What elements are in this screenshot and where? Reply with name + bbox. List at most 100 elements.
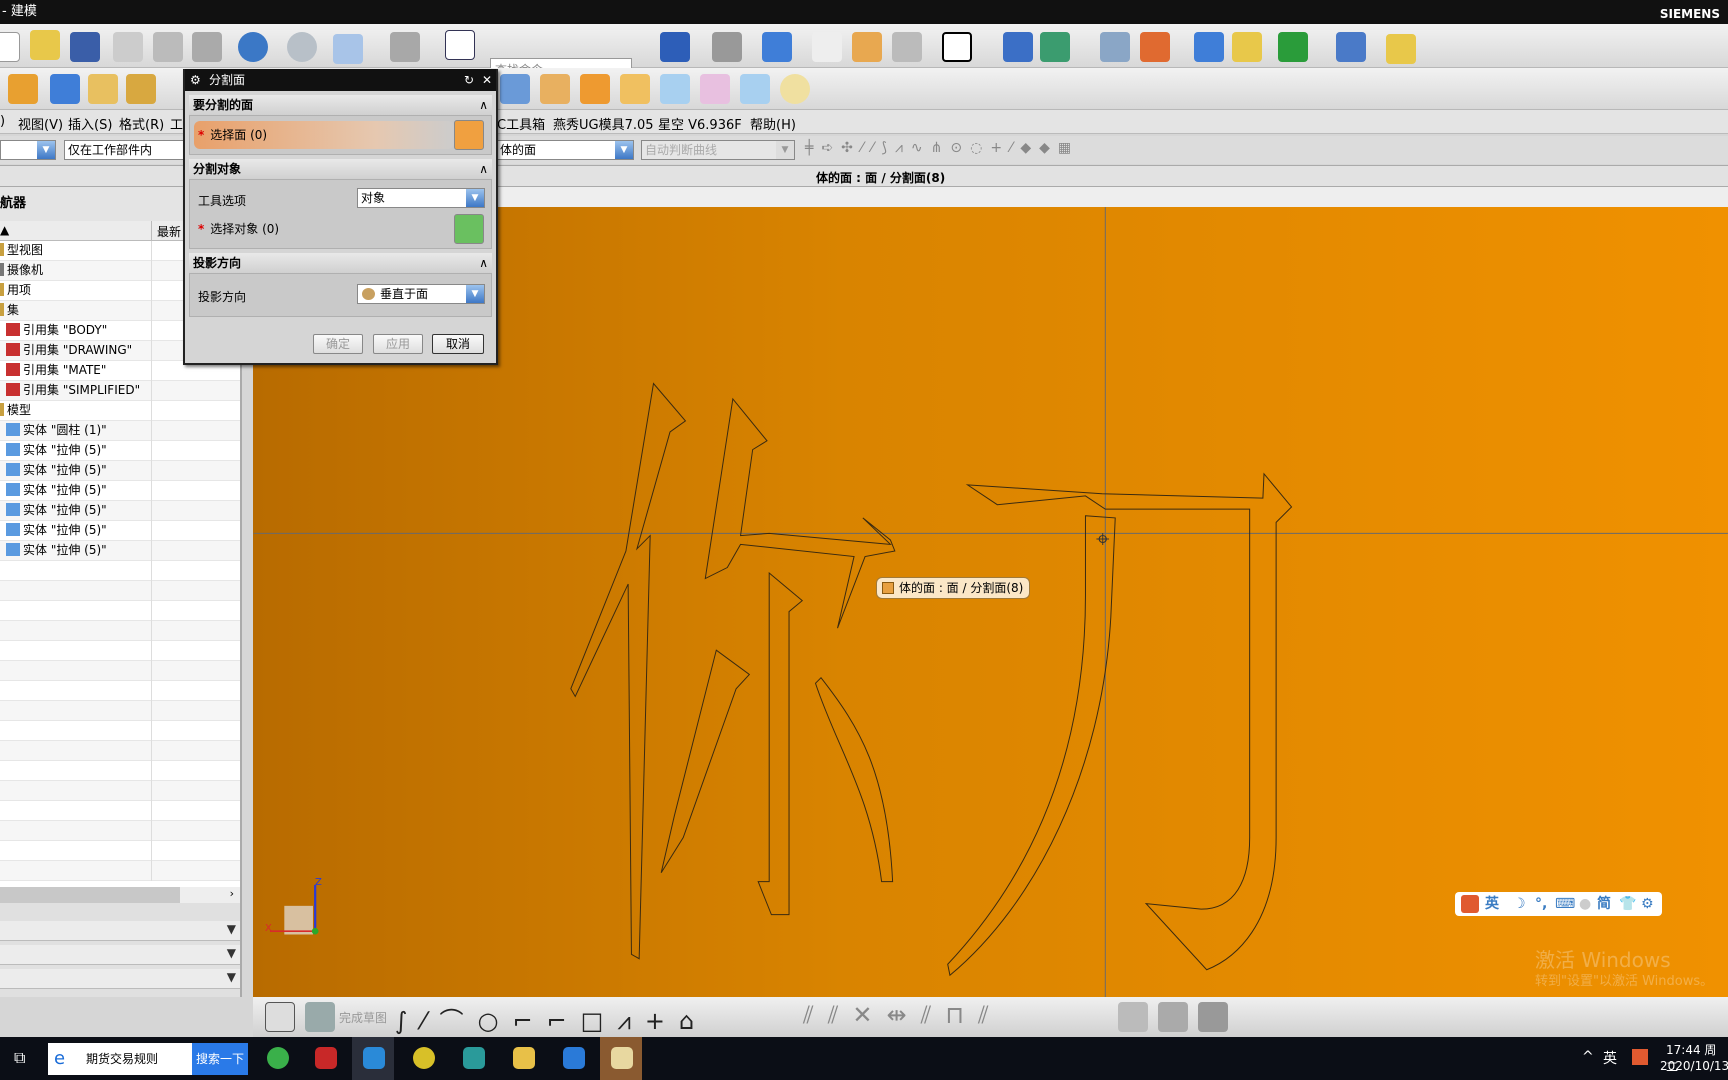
menu-view[interactable]: 视图(V) <box>18 114 63 133</box>
relations-icon[interactable] <box>1198 1002 1228 1032</box>
punctuation-icon[interactable]: °, <box>1535 892 1547 916</box>
menu-help[interactable]: 帮助(H) <box>750 114 796 133</box>
menu-yanxiu[interactable]: 燕秀UG模具7.05 <box>553 114 654 133</box>
dependencies-panel-toggle[interactable]: ▼ <box>0 969 240 989</box>
palette-icon[interactable] <box>780 74 810 104</box>
navigator-row[interactable]: 模型 <box>0 401 240 421</box>
mesh-icon[interactable] <box>740 74 770 104</box>
taskbar-app-flash[interactable] <box>304 1037 346 1080</box>
apply-button[interactable]: 应用 <box>373 334 423 354</box>
dialog-title-bar[interactable]: ⚙ 分割面 ↻ ✕ <box>185 69 496 91</box>
sketch-edit-tools[interactable]: ⫽⫽✕⇹⫽⊓⫽ <box>803 1001 1003 1029</box>
column-latest[interactable]: 最新 <box>157 223 181 240</box>
open-folder-icon[interactable] <box>30 30 60 60</box>
redo-icon[interactable] <box>287 32 317 62</box>
keyboard-icon[interactable]: ⌨ <box>1555 892 1575 916</box>
ime-lang[interactable]: 英 <box>1485 892 1499 916</box>
taskbar-app-browser[interactable] <box>256 1037 298 1080</box>
curve-analysis-icon[interactable] <box>1232 32 1262 62</box>
save-icon[interactable] <box>70 32 100 62</box>
section-split-object[interactable]: 分割对象 ∧ <box>189 159 492 179</box>
cube-view-icon[interactable] <box>762 32 792 62</box>
select-face-row[interactable]: * 选择面 (0) <box>194 121 454 149</box>
navigator-row[interactable]: 实体 "拉伸 (5)" <box>0 501 240 521</box>
taskbar-app-explorer[interactable] <box>502 1037 544 1080</box>
tray-chevron-up-icon[interactable]: ^ <box>1582 1049 1594 1065</box>
finish-sketch-flag-icon[interactable] <box>305 1002 335 1032</box>
face-icon[interactable] <box>700 74 730 104</box>
pad-icon[interactable] <box>500 74 530 104</box>
chevron-right-icon[interactable]: › <box>230 887 234 900</box>
section-face-to-split[interactable]: 要分割的面 ∧ <box>189 95 492 115</box>
show-icon[interactable] <box>852 32 882 62</box>
navigator-row[interactable]: 实体 "圆柱 (1)" <box>0 421 240 441</box>
sort-up-icon[interactable]: ▲ <box>0 223 9 237</box>
task-view-icon[interactable]: ⧉ <box>14 1048 25 1068</box>
menu-insert[interactable]: 插入(S) <box>68 114 112 133</box>
taskbar-app-360[interactable] <box>402 1037 444 1080</box>
layer-icon[interactable] <box>390 32 420 62</box>
type-filter-select[interactable]: ▼ <box>0 140 56 160</box>
sketch-icon[interactable] <box>265 1002 295 1032</box>
taskbar-app-help[interactable] <box>600 1037 642 1080</box>
copy-icon[interactable] <box>153 32 183 62</box>
taskbar-app-cad[interactable] <box>452 1037 494 1080</box>
wcs-icon[interactable] <box>1040 32 1070 62</box>
tray-ime-icon[interactable] <box>1632 1049 1648 1065</box>
ime-logo-icon[interactable] <box>1461 895 1479 913</box>
close-icon[interactable]: ✕ <box>482 69 492 91</box>
gear-icon[interactable]: ⚙ <box>1641 892 1654 916</box>
curve-rule-select[interactable]: 自动判断曲线 ▼ <box>641 140 795 160</box>
edge-blend-icon[interactable] <box>126 74 156 104</box>
tool-option-select[interactable]: 对象 ▼ <box>357 188 485 208</box>
split-body-icon[interactable] <box>540 74 570 104</box>
taskbar-app-nx[interactable] <box>352 1037 394 1080</box>
cut-icon[interactable] <box>113 32 143 62</box>
scope-select[interactable]: 仅在工作部件内 <box>64 140 184 160</box>
layer-settings-icon[interactable] <box>892 32 922 62</box>
color-icon[interactable] <box>942 32 972 62</box>
offset-face-icon[interactable] <box>580 74 610 104</box>
section-view-icon[interactable] <box>333 34 363 64</box>
cancel-button[interactable]: 取消 <box>432 334 484 354</box>
sketch-curve-tools[interactable]: ∫⁄⌒○⌐⌐□⩘+⌂ <box>395 1001 708 1036</box>
navigator-row[interactable]: 引用集 "SIMPLIFIED" <box>0 381 240 401</box>
lock-icon[interactable] <box>1158 1002 1188 1032</box>
navigator-row[interactable]: 实体 "拉伸 (5)" <box>0 541 240 561</box>
point-icon[interactable] <box>1140 32 1170 62</box>
details-panel-toggle[interactable]: ▼ <box>0 921 240 941</box>
shaded-view-icon[interactable] <box>712 32 742 62</box>
ime-toolbar[interactable]: 英 ☽ °, ⌨ ● 简 👕 ⚙ <box>1455 892 1662 916</box>
navigator-row[interactable]: 实体 "拉伸 (5)" <box>0 481 240 501</box>
horizontal-scrollbar[interactable]: › <box>0 887 240 903</box>
menu-toolbox[interactable]: C工具箱 <box>497 114 545 133</box>
move-object-icon[interactable] <box>1003 32 1033 62</box>
ok-button[interactable]: 确定 <box>313 334 363 354</box>
menu-format[interactable]: 格式(R) <box>119 114 164 133</box>
extrude-icon[interactable] <box>8 74 38 104</box>
fit-view-icon[interactable] <box>660 32 690 62</box>
clock-date[interactable]: 2020/10/13 <box>1660 1059 1728 1073</box>
taskbar-search-button[interactable]: 搜索一下 <box>192 1043 248 1075</box>
new-file-icon[interactable] <box>0 32 20 62</box>
menu-xingkong[interactable]: 星空 V6.936F <box>658 114 742 133</box>
trim-body-icon[interactable] <box>620 74 650 104</box>
dimension-icon[interactable] <box>1336 32 1366 62</box>
snap-point-icons[interactable]: ╪➪✣⁄⁄⟆⩘∿⋔⊙◌+⁄◆◆▦ <box>805 140 1079 156</box>
preview-panel-toggle[interactable]: ▼ <box>0 945 240 965</box>
ruler-icon[interactable] <box>1386 34 1416 64</box>
menu-tools[interactable]: 工 <box>170 114 183 133</box>
projection-select[interactable]: 垂直于面 ▼ <box>357 284 485 304</box>
reset-icon[interactable]: ↻ <box>464 69 474 91</box>
hole-icon[interactable] <box>88 74 118 104</box>
ime-mode[interactable]: 简 <box>1597 892 1611 916</box>
user-icon[interactable]: ● <box>1579 892 1591 916</box>
face-selection-icon[interactable] <box>454 120 484 150</box>
navigator-row[interactable]: 实体 "拉伸 (5)" <box>0 441 240 461</box>
skin-icon[interactable]: 👕 <box>1619 892 1636 916</box>
finish-sketch-label[interactable]: 完成草图 <box>339 1009 387 1026</box>
menu-edit-fragment[interactable]: ) <box>0 114 5 129</box>
info-icon[interactable] <box>445 30 475 60</box>
face-rule-select[interactable]: 体的面 ▼ <box>496 140 634 160</box>
analysis-icon[interactable] <box>1194 32 1224 62</box>
